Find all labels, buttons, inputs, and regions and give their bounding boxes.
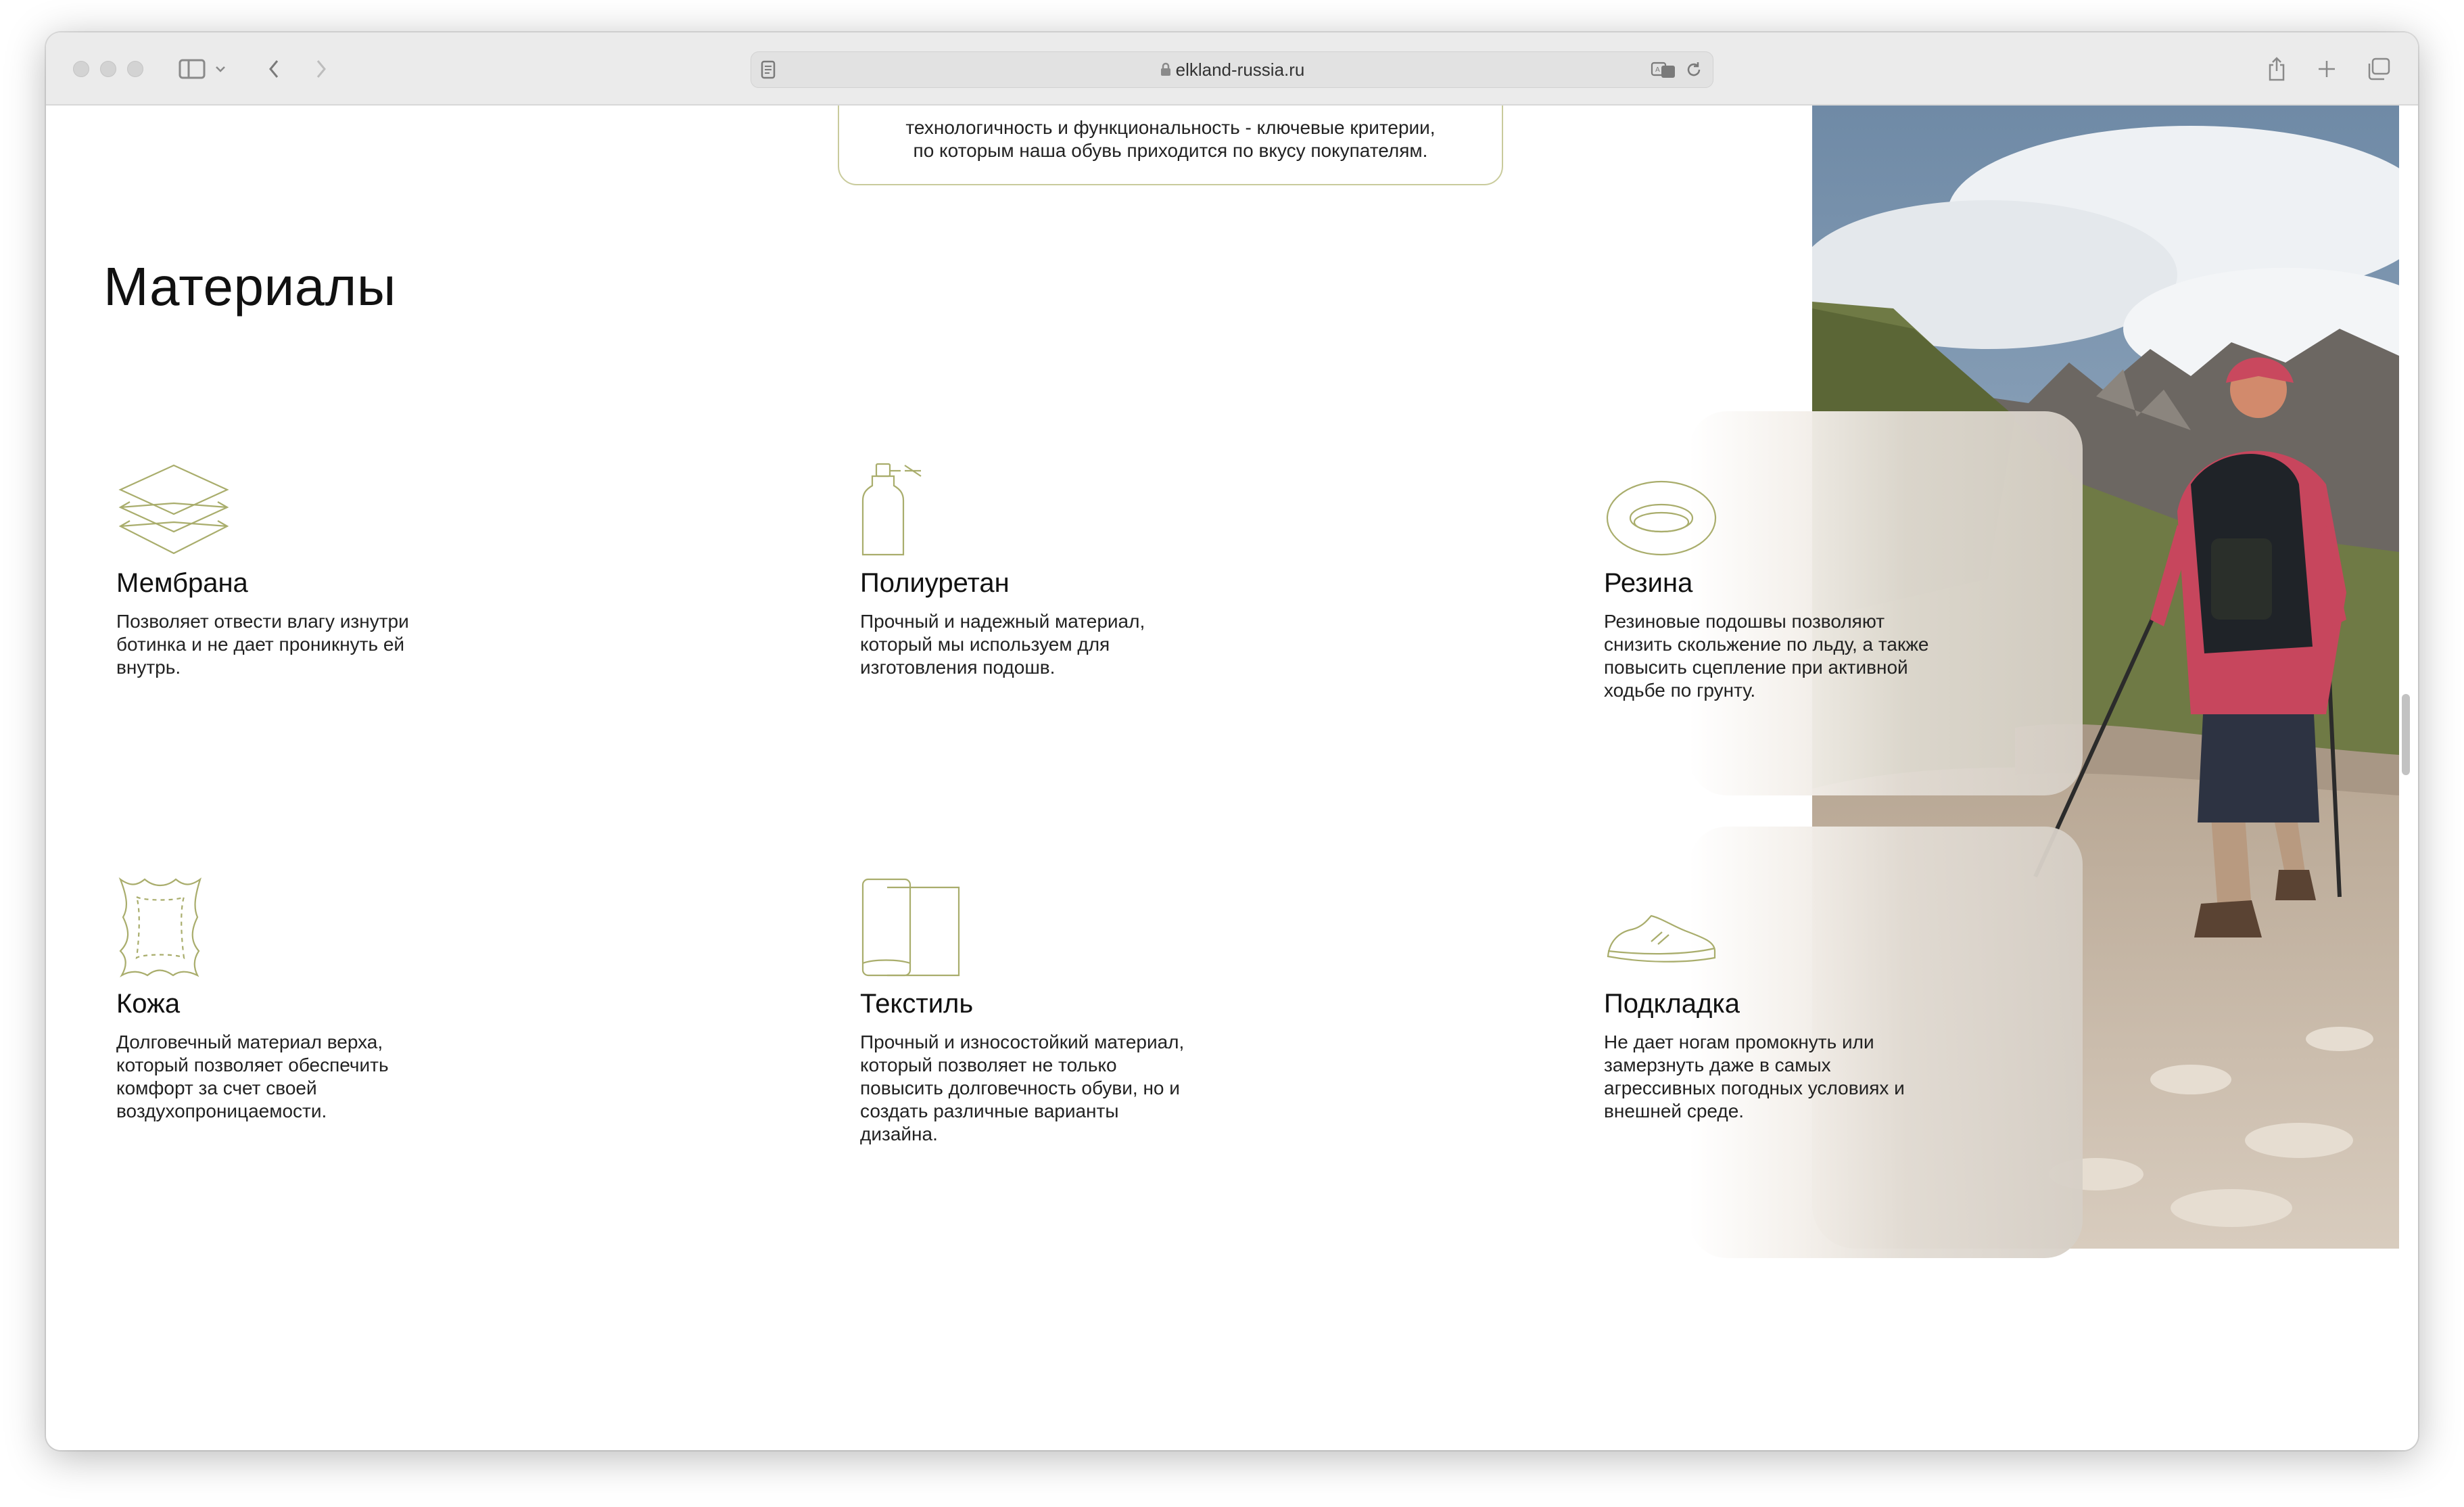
page-content: технологичность и функциональность - клю…: [46, 106, 2418, 1450]
material-title: Кожа: [116, 989, 181, 1019]
material-title: Резина: [1604, 568, 1693, 598]
sidebar-toggle-icon[interactable]: [177, 55, 207, 83]
material-card-leather: Кожа Долговечный материал верха, который…: [116, 877, 495, 1123]
material-description: Позволяет отвести влагу изнутри ботинка …: [116, 611, 409, 678]
fabric-roll-icon: [860, 877, 1239, 978]
material-description: Не дает ногам промокнуть или замерзнуть …: [1604, 1031, 1905, 1121]
url-display[interactable]: elkland-russia.ru: [751, 52, 1713, 87]
close-window-button[interactable]: [73, 61, 89, 77]
zoom-window-button[interactable]: [127, 61, 143, 77]
browser-toolbar: elkland-russia.ru A: [46, 32, 2418, 106]
tab-overview-icon[interactable]: [2365, 55, 2392, 83]
page-scrollbar[interactable]: [2402, 694, 2410, 775]
intro-card: технологичность и функциональность - клю…: [838, 106, 1503, 185]
svg-text:A: A: [1655, 66, 1660, 74]
share-icon[interactable]: [2265, 55, 2288, 83]
leather-hide-icon: [116, 877, 495, 978]
lock-icon: [1160, 53, 1172, 89]
material-card-rubber: Резина Резиновые подошвы позволяют снизи…: [1604, 463, 1983, 702]
url-text: elkland-russia.ru: [1175, 60, 1305, 80]
material-card-membrane: Мембрана Позволяет отвести влагу изнутри…: [116, 463, 495, 679]
layers-icon: [116, 463, 495, 557]
back-arrow-icon[interactable]: [264, 55, 284, 83]
section-title: Материалы: [103, 256, 396, 317]
material-title: Полиуретан: [860, 568, 1010, 598]
material-description: Долговечный материал верха, который позв…: [116, 1031, 389, 1121]
material-title: Мембрана: [116, 568, 248, 598]
browser-window: elkland-russia.ru A технологичность и фу…: [46, 32, 2418, 1450]
chevron-down-icon[interactable]: [212, 55, 229, 83]
material-title: Подкладка: [1604, 989, 1740, 1019]
translate-icon[interactable]: A: [1651, 60, 1678, 83]
material-card-textile: Текстиль Прочный и износостойкий материа…: [860, 877, 1239, 1146]
forward-arrow-icon[interactable]: [311, 55, 331, 83]
minimize-window-button[interactable]: [100, 61, 116, 77]
material-card-lining: Подкладка Не дает ногам промокнуть или з…: [1604, 877, 1983, 1123]
material-card-polyurethane: Полиуретан Прочный и надежный материал, …: [860, 463, 1239, 679]
new-tab-icon[interactable]: [2315, 55, 2338, 83]
sneaker-icon: [1604, 877, 1983, 978]
material-description: Прочный и износостойкий материал, которы…: [860, 1031, 1185, 1144]
material-description: Прочный и надежный материал, который мы …: [860, 611, 1145, 678]
reload-icon[interactable]: [1684, 60, 1703, 83]
spray-bottle-icon: [860, 463, 1239, 557]
rubber-ring-icon: [1604, 463, 1983, 557]
address-bar[interactable]: elkland-russia.ru A: [751, 51, 1713, 88]
intro-line-2: по которым наша обувь приходится по вкус…: [913, 140, 1428, 161]
material-description: Резиновые подошвы позволяют снизить скол…: [1604, 611, 1929, 701]
material-title: Текстиль: [860, 989, 974, 1019]
intro-line-1: технологичность и функциональность - клю…: [905, 117, 1436, 138]
